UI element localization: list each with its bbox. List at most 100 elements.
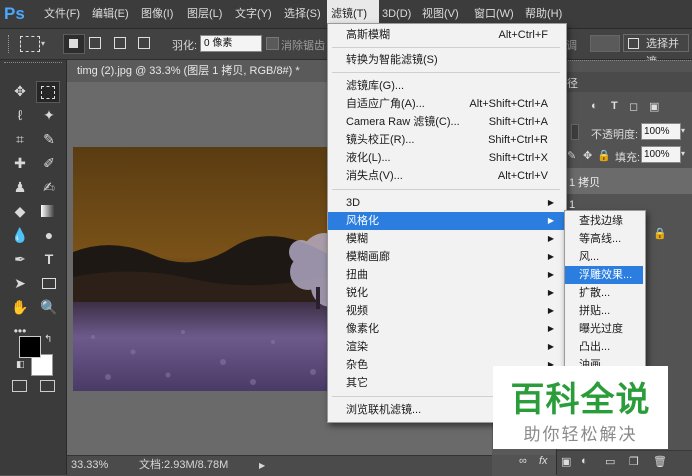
- feather-input[interactable]: 0 像素: [200, 35, 262, 52]
- hand-tool-icon[interactable]: ✋: [8, 296, 32, 318]
- lock-position-icon[interactable]: ✥: [583, 149, 592, 162]
- menu-item-sharpen[interactable]: 锐化 ▶: [328, 284, 564, 302]
- submenu-find-edges[interactable]: 查找边缘: [565, 212, 643, 230]
- menu-item-distort[interactable]: 扭曲 ▶: [328, 266, 564, 284]
- document-info[interactable]: 文档:2.93M/8.78M: [139, 456, 228, 475]
- menu-edit[interactable]: 编辑(E): [88, 0, 133, 28]
- submenu-trace-contour[interactable]: 等高线...: [565, 230, 643, 248]
- submenu-emboss[interactable]: 浮雕效果...: [565, 266, 643, 284]
- eyedropper-icon[interactable]: ✎: [37, 128, 61, 150]
- menu-item-label: 渲染: [346, 341, 368, 353]
- zoom-tool-icon[interactable]: 🔍: [37, 296, 61, 318]
- fx-icon[interactable]: fx: [539, 455, 548, 467]
- submenu-diffuse[interactable]: 扩散...: [565, 284, 643, 302]
- menu-item-pixelate[interactable]: 像素化 ▶: [328, 320, 564, 338]
- menu-layer[interactable]: 图层(L): [183, 0, 226, 28]
- fill-label: 填充:: [615, 152, 641, 164]
- group-folder-icon[interactable]: ▭: [605, 455, 615, 468]
- magic-wand-icon[interactable]: ✦: [37, 104, 61, 126]
- swap-colors-icon[interactable]: ↰: [44, 334, 52, 345]
- menu-item-render[interactable]: 渲染 ▶: [328, 338, 564, 356]
- menu-image[interactable]: 图像(I): [137, 0, 177, 28]
- fill-input[interactable]: 100%: [641, 146, 681, 163]
- menu-item-blur[interactable]: 模糊 ▶: [328, 230, 564, 248]
- submenu-extrude[interactable]: 凸出...: [565, 338, 643, 356]
- submenu-wind[interactable]: 风...: [565, 248, 643, 266]
- menu-item-3d[interactable]: 3D ▶: [328, 194, 564, 212]
- rectangular-marquee-icon[interactable]: [36, 81, 60, 103]
- menu-item-blur-gallery[interactable]: 模糊画廊 ▶: [328, 248, 564, 266]
- intersect-selection-icon[interactable]: [138, 37, 150, 49]
- menu-item-vanishing-point[interactable]: 消失点(V)... Alt+Ctrl+V: [328, 167, 564, 185]
- menu-item-stylize[interactable]: 风格化 ▶: [328, 212, 564, 230]
- menu-item-label: 高斯模糊: [346, 29, 390, 41]
- dodge-tool-icon[interactable]: ●: [37, 224, 61, 246]
- new-selection-icon[interactable]: [63, 34, 85, 54]
- brush-tool-icon[interactable]: ✐: [37, 152, 61, 174]
- menu-item-video[interactable]: 视频 ▶: [328, 302, 564, 320]
- healing-brush-icon[interactable]: ✚: [8, 152, 32, 174]
- menu-item-camera-raw[interactable]: Camera Raw 滤镜(C)... Shift+Ctrl+A: [328, 113, 564, 131]
- clone-stamp-icon[interactable]: ♟: [8, 176, 32, 198]
- antialias-checkbox[interactable]: [266, 37, 279, 50]
- fill-chevron-icon[interactable]: ▾: [681, 149, 685, 158]
- menu-item-gaussian-blur[interactable]: 高斯模糊 Alt+Ctrl+F: [328, 26, 564, 44]
- subtract-selection-icon[interactable]: [114, 37, 126, 49]
- lasso-tool-icon[interactable]: ℓ: [8, 104, 32, 126]
- add-selection-icon[interactable]: [89, 37, 101, 49]
- chevron-down-icon[interactable]: ▾: [41, 39, 45, 48]
- submenu-arrow-icon: ▶: [547, 342, 554, 351]
- layers-footer: ∞ fx ▣ ◐ ▭ ❐ 🗑: [519, 450, 692, 476]
- new-layer-icon[interactable]: ❐: [629, 455, 639, 468]
- opacity-chevron-icon[interactable]: ▾: [681, 126, 685, 135]
- type-tool-icon[interactable]: T: [37, 248, 61, 270]
- menu-item-lens-correction[interactable]: 镜头校正(R)... Shift+Ctrl+R: [328, 131, 564, 149]
- opacity-input[interactable]: 100%: [641, 123, 681, 140]
- submenu-tiles[interactable]: 拼贴...: [565, 302, 643, 320]
- zoom-level[interactable]: 33.33%: [71, 456, 108, 475]
- marquee-preset-icon[interactable]: [20, 36, 40, 52]
- tab-paths[interactable]: 径: [567, 75, 578, 91]
- square-glyph: [69, 39, 78, 48]
- gradient-tool-icon[interactable]: [37, 200, 61, 222]
- lock-all-icon[interactable]: 🔒: [597, 149, 611, 162]
- blend-mode-dropdown[interactable]: [571, 124, 579, 140]
- submenu-arrow-icon: ▶: [547, 198, 554, 207]
- eraser-icon[interactable]: ◆: [8, 200, 32, 222]
- crop-tool-icon[interactable]: ⌗: [8, 128, 32, 150]
- rectangle-tool-icon[interactable]: [37, 272, 61, 294]
- filter-type-icon[interactable]: T: [611, 100, 618, 112]
- status-arrow-icon[interactable]: ▶: [259, 456, 265, 475]
- menu-select[interactable]: 选择(S): [280, 0, 325, 28]
- pen-tool-icon[interactable]: ✒: [8, 248, 32, 270]
- move-tool-icon[interactable]: ✥: [8, 80, 32, 102]
- lock-pixels-icon[interactable]: ✎: [567, 149, 576, 162]
- menu-file[interactable]: 文件(F): [40, 0, 84, 28]
- filter-pixel-icon[interactable]: ◐: [591, 100, 598, 112]
- rectangle-glyph: [42, 278, 56, 289]
- quick-mask-icon[interactable]: [12, 380, 27, 392]
- default-colors-icon[interactable]: ◧: [16, 359, 25, 370]
- layer-row-selected[interactable]: 1 拷贝: [557, 168, 692, 194]
- screen-mode-icon[interactable]: [40, 380, 55, 392]
- menu-item-smart-filter[interactable]: 转换为智能滤镜(S): [328, 51, 564, 69]
- path-selection-icon[interactable]: ➤: [8, 272, 32, 294]
- add-mask-icon[interactable]: ▣: [561, 455, 571, 468]
- document-tab[interactable]: timg (2).jpg @ 33.3% (图层 1 拷贝, RGB/8#) *: [67, 60, 327, 82]
- foreground-color-swatch[interactable]: [19, 336, 41, 358]
- trash-icon[interactable]: 🗑: [653, 455, 667, 468]
- document-image[interactable]: [73, 147, 333, 391]
- filter-smart-icon[interactable]: ▣: [649, 100, 659, 113]
- height-input[interactable]: [590, 35, 620, 52]
- menu-item-adaptive-wide-angle[interactable]: 自适应广角(A)... Alt+Shift+Ctrl+A: [328, 95, 564, 113]
- menu-type[interactable]: 文字(Y): [231, 0, 276, 28]
- submenu-label: 查找边缘: [579, 215, 623, 227]
- adjustment-layer-icon[interactable]: ◐: [581, 455, 588, 467]
- menu-item-filter-gallery[interactable]: 滤镜库(G)...: [328, 77, 564, 95]
- filter-shape-icon[interactable]: ◻: [629, 100, 638, 113]
- link-layers-icon[interactable]: ∞: [519, 455, 527, 467]
- submenu-solarize[interactable]: 曝光过度: [565, 320, 643, 338]
- history-brush-icon[interactable]: ✍: [37, 176, 61, 198]
- blur-tool-icon[interactable]: 💧: [8, 224, 32, 246]
- menu-item-liquify[interactable]: 液化(L)... Shift+Ctrl+X: [328, 149, 564, 167]
